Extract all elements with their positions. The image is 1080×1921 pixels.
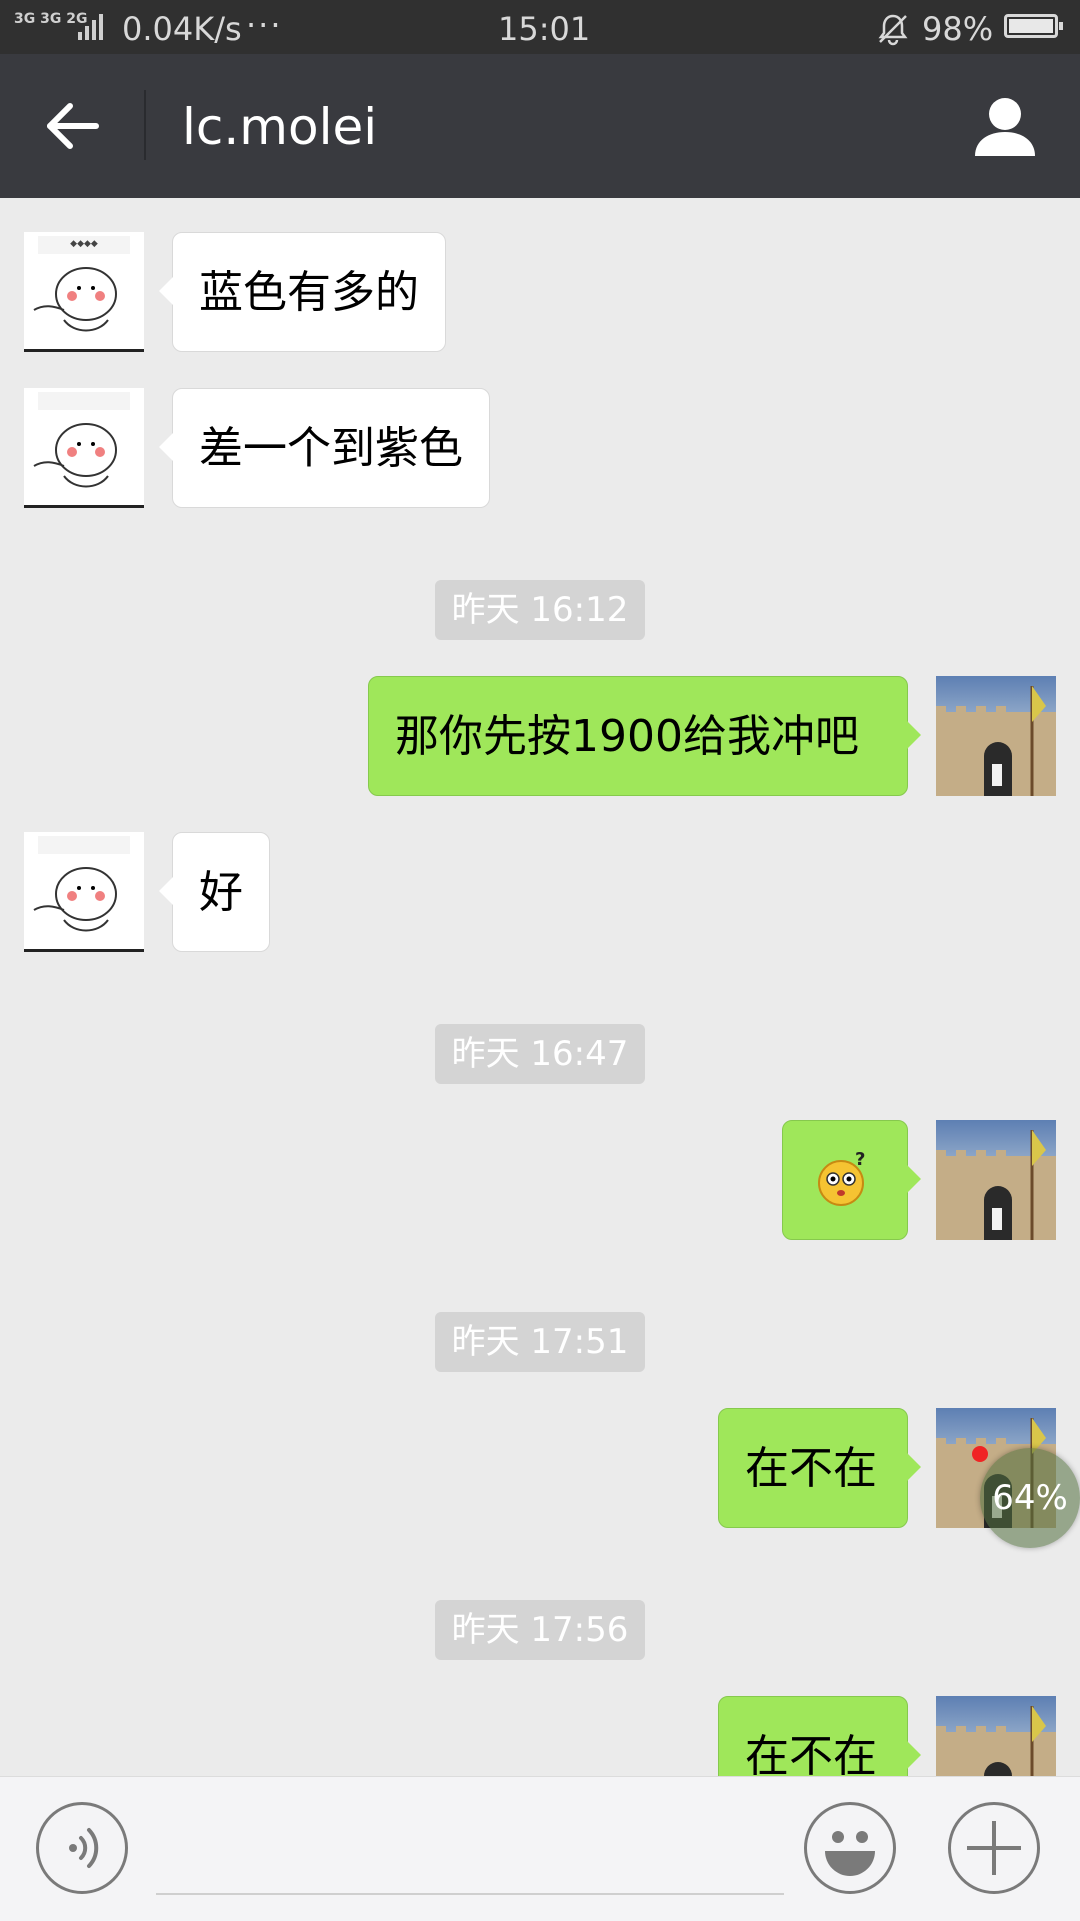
header-divider	[144, 90, 146, 160]
floating-memory-widget[interactable]: 64%	[980, 1448, 1080, 1548]
signal-icon	[78, 14, 110, 40]
timestamp-label: 昨天 17:56	[435, 1600, 645, 1660]
timestamp-label: 昨天 17:51	[435, 1312, 645, 1372]
notification-dot	[972, 1446, 988, 1462]
message-input[interactable]	[156, 1807, 784, 1895]
my-avatar[interactable]	[936, 1696, 1056, 1776]
chat-header: lc.molei	[0, 54, 1080, 198]
svg-text:?: ?	[855, 1149, 865, 1170]
voice-icon	[69, 1828, 99, 1868]
sent-message-bubble[interactable]: 那你先按1900给我冲吧	[368, 676, 921, 796]
bell-muted-icon	[878, 14, 908, 46]
timestamp-label: 昨天 16:12	[435, 580, 645, 640]
received-message-bubble[interactable]: 好	[159, 832, 270, 952]
sent-message-bubble[interactable]: ?	[782, 1120, 921, 1240]
contact-avatar[interactable]: ◆◆◆◆	[24, 232, 144, 352]
more-button[interactable]	[948, 1802, 1040, 1894]
my-avatar[interactable]	[936, 676, 1056, 796]
svg-text:◆◆◆◆: ◆◆◆◆	[70, 239, 98, 249]
person-icon[interactable]	[970, 92, 1040, 162]
received-message-bubble[interactable]: 差一个到紫色	[159, 388, 490, 508]
message-list[interactable]: ◆◆◆◆ 蓝色有多的 差一个到紫色 昨天 16:12 那你先按1900给我冲吧 …	[0, 198, 1080, 1776]
contact-avatar[interactable]	[24, 388, 144, 508]
battery-icon	[1004, 14, 1063, 38]
voice-button[interactable]	[36, 1802, 128, 1894]
arrow-left-icon[interactable]	[40, 94, 104, 158]
status-bar: 3G 3G 2G 0.04K/s ··· 15:01 98%	[0, 0, 1080, 54]
clock: 15:01	[498, 10, 591, 48]
chat-title: lc.molei	[182, 98, 378, 156]
sent-message-bubble[interactable]: 在不在	[718, 1696, 921, 1776]
contact-avatar[interactable]	[24, 832, 144, 952]
more-notifications-icon: ···	[246, 6, 283, 44]
plus-icon	[967, 1821, 1021, 1875]
my-avatar[interactable]	[936, 1120, 1056, 1240]
sent-message-bubble[interactable]: 在不在	[718, 1408, 921, 1528]
smiley-icon	[825, 1831, 875, 1876]
network-speed: 0.04K/s	[122, 10, 242, 48]
battery-percent: 98%	[922, 10, 994, 48]
confused-face-emoji: ?	[818, 1149, 865, 1206]
network-type: 3G 3G 2G	[14, 11, 88, 27]
input-bar	[0, 1776, 1080, 1921]
received-message-bubble[interactable]: 蓝色有多的	[159, 232, 446, 352]
emoji-button[interactable]	[804, 1802, 896, 1894]
timestamp-label: 昨天 16:47	[435, 1024, 645, 1084]
